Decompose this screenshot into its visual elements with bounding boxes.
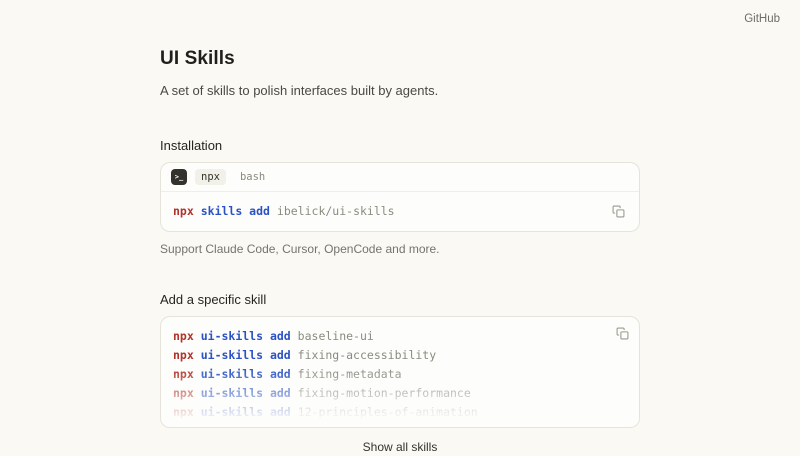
argument-token: fixing-metadata [298,367,402,381]
main-content: UI Skills A set of skills to polish inte… [160,48,640,456]
keyword-token: ui-skills add [201,386,291,400]
page-title: UI Skills [160,48,640,70]
skills-card: npx ui-skills add baseline-ui npx ui-ski… [160,316,640,428]
command-token: npx [173,424,194,428]
show-all-wrap: Show all skills [160,438,640,456]
argument-token: fixing-motion-performance [298,386,471,400]
install-card-header: >_ npx bash [161,163,639,192]
keyword-token: ui-skills add [201,329,291,343]
code-line: npx ui-skills add baseline-ui [173,329,627,344]
code-line: npx ui-skills add fixing-metadata [173,367,627,382]
tab-bash[interactable]: bash [234,169,271,185]
code-line: npx ui-skills add fixing-accessibility [173,348,627,363]
argument-token: 12-principles-of-animation [298,405,478,419]
tab-npx[interactable]: npx [195,169,226,185]
argument-token: fixing-accessibility [298,348,436,362]
github-link[interactable]: GitHub [744,13,780,25]
command-token: npx [173,367,194,381]
copy-icon [612,206,625,221]
command-token: npx [173,204,194,218]
command-token: npx [173,386,194,400]
copy-install-button[interactable] [610,203,627,220]
command-token: npx [173,329,194,343]
copy-skills-button[interactable] [614,325,631,342]
copy-icon [616,328,629,343]
argument-token: ibelick/ui-skills [277,204,395,218]
install-command: npx skills add ibelick/ui-skills [173,204,395,219]
code-line: npx ui-skills add canvas-design [173,424,627,428]
keyword-token: ui-skills add [201,348,291,362]
command-token: npx [173,405,194,419]
keyword-token: skills add [201,204,270,218]
keyword-token: ui-skills add [201,367,291,381]
support-note: Support Claude Code, Cursor, OpenCode an… [160,242,640,256]
keyword-token: ui-skills add [201,405,291,419]
keyword-token: ui-skills add [201,424,291,428]
code-line: npx ui-skills add 12-principles-of-anima… [173,405,627,420]
argument-token: canvas-design [298,424,388,428]
add-skill-heading: Add a specific skill [160,292,640,308]
argument-token: baseline-ui [298,329,374,343]
skills-code-lines: npx ui-skills add baseline-ui npx ui-ski… [173,329,627,428]
terminal-icon: >_ [171,169,187,185]
code-line: npx ui-skills add fixing-motion-performa… [173,386,627,401]
page-subtitle: A set of skills to polish interfaces bui… [160,82,640,100]
installation-heading: Installation [160,138,640,154]
command-token: npx [173,348,194,362]
install-card: >_ npx bash npx skills add ibelick/ui-sk… [160,162,640,232]
install-command-row: npx skills add ibelick/ui-skills [161,192,639,231]
show-all-skills-button[interactable]: Show all skills [359,438,442,456]
